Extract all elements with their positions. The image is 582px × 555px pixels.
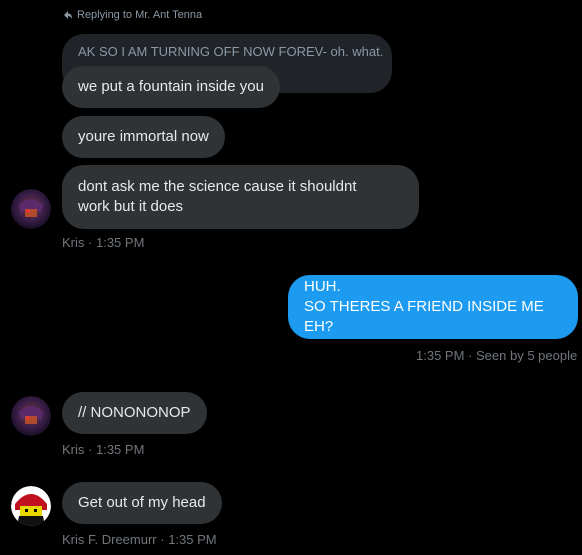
message-text-line: HUH.: [304, 278, 341, 295]
avatar[interactable]: [11, 396, 51, 436]
reply-context-text: Replying to Mr. Ant Tenna: [77, 9, 203, 21]
message-bubble[interactable]: Get out of my head: [62, 482, 222, 524]
quoted-message-text: AK SO I AM TURNING OFF NOW FOREV- oh. wh…: [78, 44, 384, 59]
sender-name[interactable]: Kris: [62, 442, 84, 457]
message-meta: 1:35 PM · Seen by 5 people: [416, 348, 577, 363]
separator: ·: [88, 442, 93, 457]
message-bubble[interactable]: dont ask me the science cause it shouldn…: [62, 165, 419, 229]
message-text: // NONONONOP: [78, 404, 191, 421]
message-meta: Kris F. Dreemurr · 1:35 PM: [62, 532, 217, 547]
message-text-line: work but it does: [78, 198, 184, 215]
reply-context[interactable]: Replying to Mr. Ant Tenna: [63, 9, 202, 21]
message-bubble[interactable]: // NONONONOP: [62, 392, 207, 434]
reply-arrow-icon: [64, 11, 72, 19]
sender-name[interactable]: Kris F. Dreemurr: [62, 532, 157, 547]
separator: ·: [468, 348, 473, 363]
message-bubble[interactable]: youre immortal now: [62, 116, 225, 158]
avatar-kris-icon: [11, 396, 51, 436]
avatar-kris-icon: [11, 189, 51, 229]
message-text: Get out of my head: [78, 494, 206, 511]
message-text: we put a fountain inside you: [78, 78, 264, 95]
message-bubble-outgoing[interactable]: HUH. SO THERES A FRIEND INSIDE ME EH?: [288, 275, 578, 339]
timestamp: 1:35 PM: [95, 442, 145, 457]
message-meta: Kris · 1:35 PM: [62, 442, 144, 457]
message-bubble[interactable]: we put a fountain inside you: [62, 66, 280, 108]
timestamp: 1:35 PM: [416, 348, 465, 363]
avatar[interactable]: [11, 486, 51, 526]
timestamp: 1:35 PM: [168, 532, 217, 547]
separator: ·: [160, 532, 165, 547]
avatar-kris-dreemurr-icon: [11, 486, 51, 526]
avatar[interactable]: [11, 189, 51, 229]
message-text-line: SO THERES A FRIEND INSIDE ME EH?: [304, 298, 544, 335]
seen-status[interactable]: Seen by 5 people: [476, 348, 577, 363]
message-meta: Kris · 1:35 PM: [62, 235, 144, 250]
timestamp: 1:35 PM: [95, 235, 145, 250]
separator: ·: [88, 235, 93, 250]
message-text-line: dont ask me the science cause it shouldn…: [78, 178, 357, 195]
sender-name[interactable]: Kris: [62, 235, 84, 250]
message-text: youre immortal now: [78, 128, 209, 145]
